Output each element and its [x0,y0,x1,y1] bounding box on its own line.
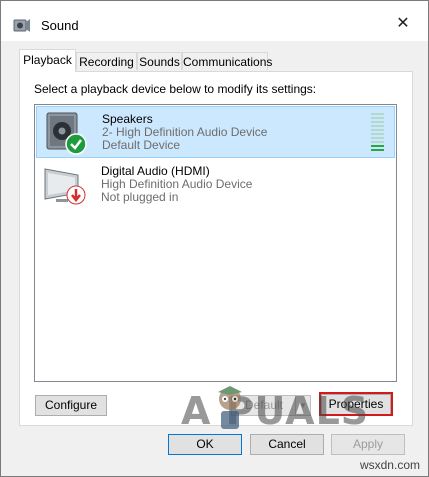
tab-playback[interactable]: Playback [19,49,76,72]
configure-label: Configure [44,398,98,412]
device-list[interactable]: Speakers 2- High Definition Audio Device… [34,104,397,382]
instructions-text: Select a playback device below to modify… [34,82,317,96]
title-bar[interactable]: Sound ✕ [1,1,428,41]
configure-button[interactable]: Configure [35,395,107,416]
speaker-icon [13,19,30,32]
tab-label: Recording [79,55,134,69]
window-title: Sound [41,18,79,33]
close-button[interactable]: ✕ [390,11,416,37]
volume-level-meter [371,113,384,153]
device-status: Not plugged in [101,190,179,204]
cancel-button[interactable]: Cancel [250,434,324,455]
device-item-speakers[interactable]: Speakers 2- High Definition Audio Device… [36,106,395,158]
close-icon: ✕ [396,15,410,32]
playback-panel: Select a playback device below to modify… [19,71,413,426]
site-watermark: wsxdn.com [359,458,420,472]
monitor-icon [44,168,86,205]
tab-label: Playback [23,53,72,67]
tab-label: Communications [183,55,273,69]
tab-recording[interactable]: Recording [76,52,137,70]
device-description: 2- High Definition Audio Device [102,125,268,139]
sound-dialog: Sound ✕ Playback Recording Sounds Commun… [0,0,429,477]
apply-button[interactable]: Apply [331,434,405,455]
ok-button[interactable]: OK [168,434,242,455]
checkmark-badge [65,133,87,155]
device-name: Digital Audio (HDMI) [101,164,210,178]
ok-label: OK [196,437,214,451]
device-description: High Definition Audio Device [101,177,253,191]
tab-sounds[interactable]: Sounds [137,52,182,70]
cancel-label: Cancel [268,437,306,451]
device-item-hdmi[interactable]: Digital Audio (HDMI) High Definition Aud… [36,159,395,211]
mascot-icon [218,386,242,429]
apply-label: Apply [352,437,384,451]
tab-communications[interactable]: Communications [182,52,272,70]
speaker-icon [46,112,87,155]
tab-label: Sounds [139,55,180,69]
device-status: Default Device [102,138,181,152]
device-name: Speakers [102,112,153,126]
